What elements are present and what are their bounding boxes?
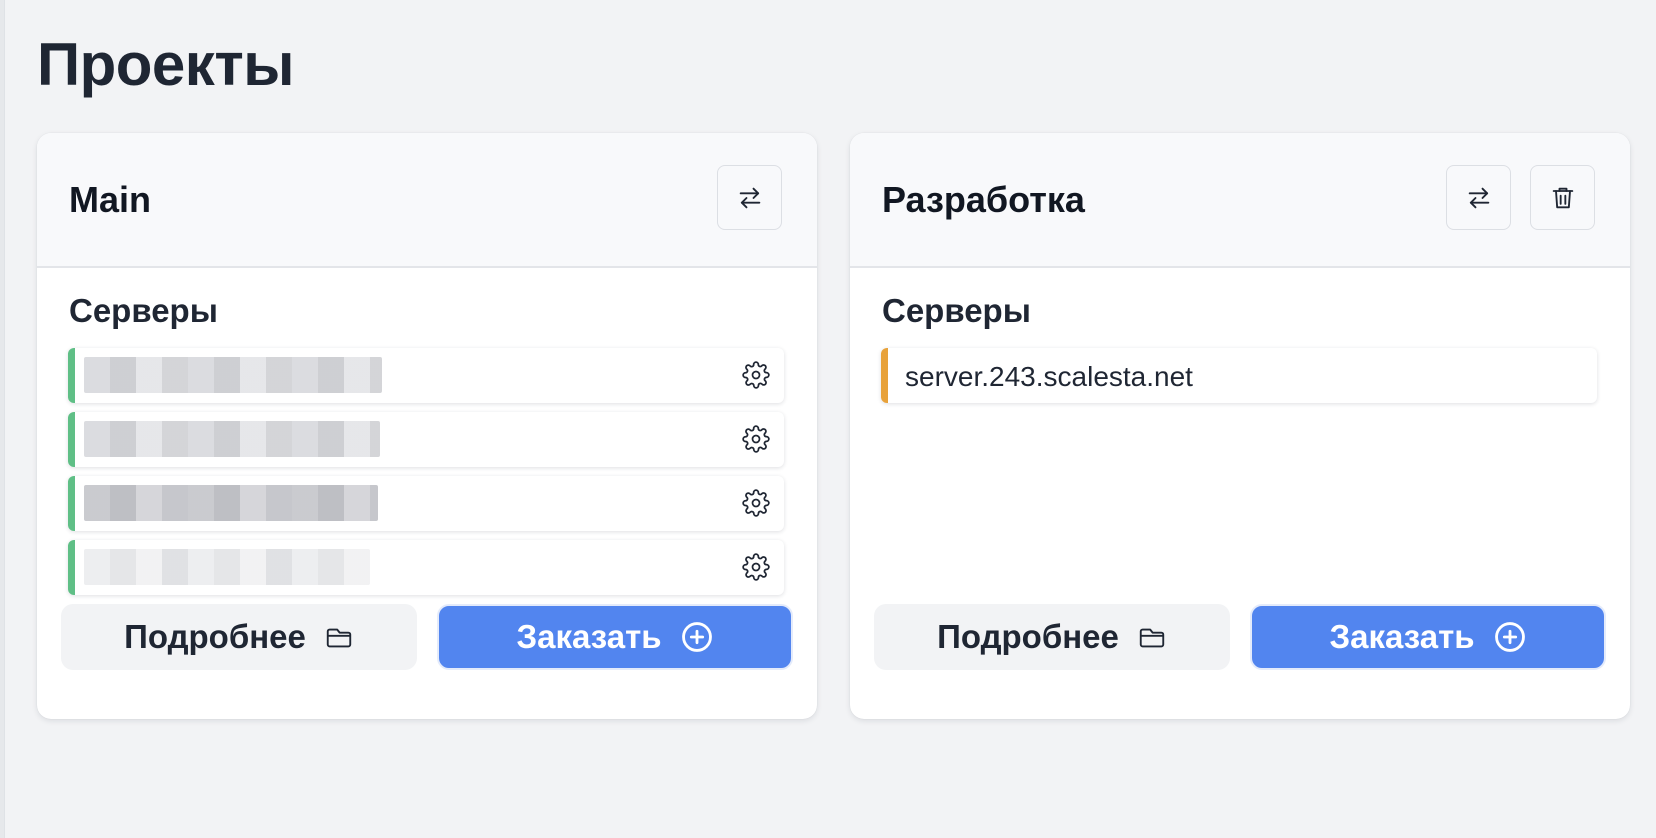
server-list xyxy=(68,348,784,604)
server-row[interactable] xyxy=(68,540,784,595)
servers-section-label: Серверы xyxy=(69,292,218,329)
page-title: Проекты xyxy=(37,31,294,98)
order-button[interactable]: Заказать xyxy=(437,604,793,670)
gear-icon[interactable] xyxy=(742,425,770,453)
folder-icon xyxy=(326,628,352,648)
server-status-bar xyxy=(68,412,75,467)
server-row[interactable] xyxy=(68,348,784,403)
server-row[interactable] xyxy=(68,412,784,467)
move-project-button[interactable] xyxy=(717,165,782,230)
details-button[interactable]: Подробнее xyxy=(874,604,1230,670)
folder-icon xyxy=(1139,628,1165,648)
project-card-development: Разработка Серверы server.243.scalesta.n… xyxy=(850,133,1630,719)
project-card-header: Разработка xyxy=(850,133,1630,268)
card-actions: Подробнее Заказать xyxy=(874,604,1606,670)
card-actions: Подробнее Заказать xyxy=(61,604,793,670)
trash-icon xyxy=(1552,187,1573,208)
delete-project-button[interactable] xyxy=(1530,165,1595,230)
redacted-server-name xyxy=(84,549,370,585)
order-button[interactable]: Заказать xyxy=(1250,604,1606,670)
order-button-label: Заказать xyxy=(516,618,662,655)
servers-section-label: Серверы xyxy=(882,292,1031,329)
server-row[interactable] xyxy=(68,476,784,531)
details-button-label: Подробнее xyxy=(124,618,306,655)
move-project-button[interactable] xyxy=(1446,165,1511,230)
swap-icon xyxy=(1468,187,1489,208)
gear-icon[interactable] xyxy=(742,361,770,389)
server-status-bar xyxy=(68,348,75,403)
redacted-server-name xyxy=(84,421,380,457)
project-card-body: Серверы Подробнее Заказать xyxy=(37,268,817,719)
server-list: server.243.scalesta.net xyxy=(881,348,1597,412)
server-status-bar xyxy=(881,348,888,403)
project-card-header: Main xyxy=(37,133,817,268)
server-name: server.243.scalesta.net xyxy=(905,361,1193,392)
swap-icon xyxy=(739,187,760,208)
plus-circle-icon xyxy=(681,622,712,652)
left-edge-divider xyxy=(0,0,5,838)
project-card-body: Серверы server.243.scalesta.net Подробне… xyxy=(850,268,1630,719)
details-button-label: Подробнее xyxy=(937,618,1119,655)
server-row[interactable]: server.243.scalesta.net xyxy=(881,348,1597,403)
server-status-bar xyxy=(68,540,75,595)
server-status-bar xyxy=(68,476,75,531)
plus-circle-icon xyxy=(1494,622,1525,652)
project-card-main: Main Серверы Подробнее Заказать xyxy=(37,133,817,719)
order-button-label: Заказать xyxy=(1329,618,1475,655)
gear-icon[interactable] xyxy=(742,489,770,517)
redacted-server-name xyxy=(84,485,378,521)
project-title: Main xyxy=(69,179,152,220)
redacted-server-name xyxy=(84,357,382,393)
project-title: Разработка xyxy=(882,179,1085,220)
details-button[interactable]: Подробнее xyxy=(61,604,417,670)
gear-icon[interactable] xyxy=(742,553,770,581)
